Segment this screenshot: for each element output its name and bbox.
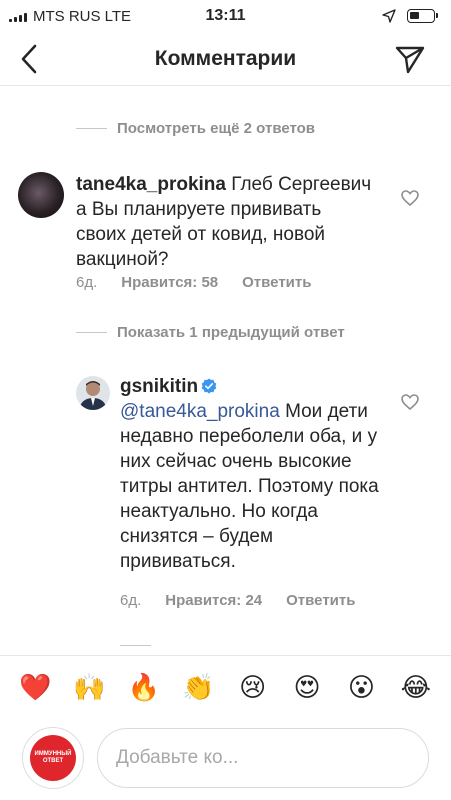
comment-username[interactable]: gsnikitin	[120, 376, 198, 397]
emoji-fire-button[interactable]: 🔥	[124, 667, 164, 707]
share-button[interactable]	[393, 43, 427, 77]
location-arrow-icon	[382, 9, 396, 23]
back-button[interactable]	[12, 42, 46, 76]
emoji-laughing-button[interactable]: 😂	[396, 667, 436, 707]
like-button[interactable]	[399, 187, 421, 209]
divider-line	[120, 645, 151, 646]
status-bar: MTS RUS LTE 13:11	[0, 0, 451, 34]
mention-link[interactable]: @tane4ka_prokina	[120, 401, 280, 422]
user-photo-icon	[79, 381, 107, 410]
likes-count[interactable]: Нравится: 24	[165, 592, 262, 609]
reply-comment: gsnikitin @tane4ka_prokina Мои дети неда…	[0, 372, 451, 622]
view-more-replies[interactable]: Посмотреть ещё 2 ответов	[76, 120, 315, 137]
page-title: Комментарии	[154, 47, 297, 70]
comment: tane4ka_prokina Глеб Сергеевич а Вы план…	[0, 170, 451, 300]
comment-composer: ИММУННЫЙ ОТВЕТ	[0, 717, 451, 800]
show-previous-reply[interactable]: Показать 1 предыдущий ответ	[76, 324, 345, 341]
comment-body: gsnikitin @tane4ka_prokina Мои дети неда…	[120, 374, 380, 574]
verified-badge-icon	[201, 378, 217, 394]
header: Комментарии	[0, 34, 451, 86]
comment-body: tane4ka_prokina Глеб Сергеевич а Вы план…	[76, 172, 376, 272]
emoji-heart-eyes-button[interactable]: 😍	[287, 667, 327, 707]
emoji-raised-hands-button[interactable]: 🙌	[70, 667, 110, 707]
likes-count[interactable]: Нравится: 58	[121, 274, 218, 291]
brand-logo: ИММУННЫЙ ОТВЕТ	[30, 735, 76, 781]
emoji-surprised-button[interactable]: 😮	[341, 667, 381, 707]
paper-plane-icon	[395, 46, 425, 74]
divider-line	[76, 332, 107, 333]
reply-button[interactable]: Ответить	[242, 274, 311, 291]
divider-line	[76, 128, 107, 129]
battery-icon	[407, 9, 438, 23]
comment-age: 6д.	[76, 274, 98, 291]
my-avatar[interactable]: ИММУННЫЙ ОТВЕТ	[22, 727, 84, 789]
carrier-label: MTS RUS LTE	[33, 8, 132, 25]
comment-age: 6д.	[120, 592, 142, 609]
signal-icon	[9, 11, 27, 22]
heart-icon	[401, 190, 419, 206]
emoji-heart-button[interactable]: ❤️	[15, 667, 55, 707]
heart-icon	[401, 394, 419, 410]
comment-input[interactable]	[116, 747, 428, 769]
avatar[interactable]	[76, 376, 110, 410]
comment-username[interactable]: tane4ka_prokina	[76, 174, 226, 195]
like-button[interactable]	[399, 391, 421, 413]
emoji-reaction-bar: ❤️ 🙌 🔥 👏 😢 😍 😮 😂	[0, 655, 451, 717]
view-more-replies-label: Посмотреть ещё 2 ответов	[117, 120, 316, 137]
show-previous-reply-label: Показать 1 предыдущий ответ	[117, 324, 345, 341]
reply-button[interactable]: Ответить	[286, 592, 355, 609]
avatar[interactable]	[18, 172, 64, 218]
comment-input-wrapper[interactable]	[97, 728, 429, 788]
emoji-clap-button[interactable]: 👏	[178, 667, 218, 707]
chevron-left-icon	[21, 44, 37, 74]
comment-meta: 6д. Нравится: 24 Ответить	[120, 592, 355, 609]
battery-level	[410, 12, 419, 19]
emoji-crying-button[interactable]: 😢	[233, 667, 273, 707]
avatar-logo-text: ИММУННЫЙ ОТВЕТ	[34, 751, 72, 764]
comment-text: Мои дети недавно переболели оба, и у них…	[120, 401, 379, 572]
comment-meta: 6д. Нравится: 58 Ответить	[76, 274, 311, 291]
